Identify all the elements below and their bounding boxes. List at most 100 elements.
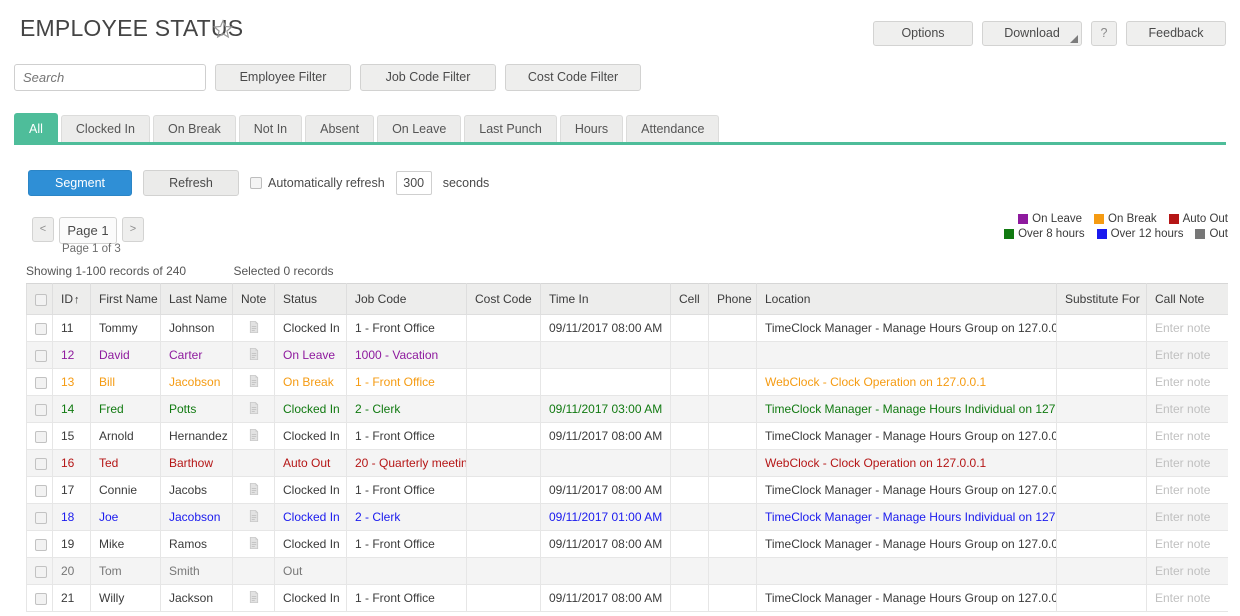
table-row[interactable]: 12 David Carter On Leave 1000 - Vacation Ente… bbox=[26, 341, 1228, 369]
document-icon[interactable] bbox=[248, 590, 260, 607]
row-checkbox[interactable] bbox=[35, 565, 47, 578]
document-icon[interactable] bbox=[248, 482, 260, 499]
cell-location: TimeClock Manager - Manage Hours Group o… bbox=[756, 584, 1057, 612]
options-button[interactable]: Options bbox=[873, 21, 973, 46]
column-header-callnote[interactable]: Call Note bbox=[1146, 283, 1228, 315]
tab-clocked-in[interactable]: Clocked In bbox=[60, 115, 150, 144]
tab-attendance[interactable]: Attendance bbox=[626, 115, 720, 144]
tab-on-break[interactable]: On Break bbox=[152, 115, 236, 144]
enter-note-input[interactable]: Enter note bbox=[1155, 402, 1210, 416]
legend-item-on-leave: On Leave bbox=[1018, 213, 1082, 225]
row-checkbox[interactable] bbox=[35, 403, 47, 416]
column-header-status[interactable]: Status bbox=[274, 283, 347, 315]
auto-refresh-checkbox[interactable] bbox=[250, 177, 262, 189]
document-icon[interactable] bbox=[248, 374, 260, 391]
tab-on-leave[interactable]: On Leave bbox=[377, 115, 462, 144]
cell-location: TimeClock Manager - Manage Hours Group o… bbox=[756, 476, 1057, 504]
enter-note-input[interactable]: Enter note bbox=[1155, 510, 1210, 524]
enter-note-input[interactable]: Enter note bbox=[1155, 456, 1210, 470]
enter-note-input[interactable]: Enter note bbox=[1155, 537, 1210, 551]
auto-refresh-group: Automatically refresh bbox=[250, 176, 385, 190]
document-icon[interactable] bbox=[248, 347, 260, 364]
table-row[interactable]: 18 Joe Jacobson Clocked In 2 - Clerk 09/11/20… bbox=[26, 503, 1228, 531]
table-row[interactable]: 13 Bill Jacobson On Break 1 - Front Office We… bbox=[26, 368, 1228, 396]
column-header-cost[interactable]: Cost Code bbox=[466, 283, 541, 315]
column-header-cell[interactable]: Cell bbox=[670, 283, 709, 315]
row-checkbox[interactable] bbox=[35, 430, 47, 443]
row-checkbox[interactable] bbox=[35, 457, 47, 470]
tab-not-in[interactable]: Not In bbox=[238, 115, 303, 144]
column-header-note[interactable]: Note bbox=[232, 283, 275, 315]
row-checkbox[interactable] bbox=[35, 592, 47, 605]
table-row[interactable]: 11 Tommy Johnson Clocked In 1 - Front Office… bbox=[26, 314, 1228, 342]
column-header-chk[interactable] bbox=[26, 283, 53, 315]
enter-note-input[interactable]: Enter note bbox=[1155, 348, 1210, 362]
download-button[interactable]: Download bbox=[982, 21, 1082, 46]
star-icon[interactable] bbox=[212, 18, 234, 40]
document-icon[interactable] bbox=[248, 428, 260, 445]
cell-status: On Break bbox=[274, 368, 347, 396]
column-header-sub[interactable]: Substitute For bbox=[1056, 283, 1147, 315]
refresh-seconds-input[interactable] bbox=[395, 171, 432, 195]
cell-job: 1 - Front Office bbox=[346, 584, 467, 612]
cell-phone bbox=[708, 422, 757, 450]
column-header-timein[interactable]: Time In bbox=[540, 283, 671, 315]
cost-code-filter-button[interactable]: Cost Code Filter bbox=[505, 64, 641, 91]
next-page-button[interactable]: > bbox=[122, 217, 144, 242]
enter-note-input[interactable]: Enter note bbox=[1155, 564, 1210, 578]
search-input[interactable] bbox=[15, 65, 205, 90]
column-header-job[interactable]: Job Code bbox=[346, 283, 467, 315]
cell-cell bbox=[670, 395, 709, 423]
enter-note-input[interactable]: Enter note bbox=[1155, 483, 1210, 497]
job-code-filter-button[interactable]: Job Code Filter bbox=[360, 64, 496, 91]
document-icon[interactable] bbox=[248, 401, 260, 418]
column-header-phone[interactable]: Phone bbox=[708, 283, 757, 315]
refresh-button[interactable]: Refresh bbox=[143, 170, 239, 196]
search-box[interactable] bbox=[14, 64, 206, 91]
row-checkbox[interactable] bbox=[35, 349, 47, 362]
row-checkbox[interactable] bbox=[35, 538, 47, 551]
row-checkbox[interactable] bbox=[35, 322, 47, 335]
cell-last: Jacobs bbox=[160, 476, 233, 504]
document-icon[interactable] bbox=[248, 536, 260, 553]
segment-button[interactable]: Segment bbox=[28, 170, 132, 196]
cell-sub bbox=[1056, 476, 1147, 504]
tab-all[interactable]: All bbox=[14, 113, 58, 144]
feedback-button[interactable]: Feedback bbox=[1126, 21, 1226, 46]
table-row[interactable]: 20 Tom Smith Out Enter note bbox=[26, 557, 1228, 585]
employee-filter-button[interactable]: Employee Filter bbox=[215, 64, 351, 91]
select-all-checkbox[interactable] bbox=[35, 293, 47, 306]
cell-last: Smith bbox=[160, 557, 233, 585]
enter-note-input[interactable]: Enter note bbox=[1155, 429, 1210, 443]
tab-last-punch[interactable]: Last Punch bbox=[464, 115, 557, 144]
page-selector[interactable]: Page 1 bbox=[59, 217, 117, 244]
column-header-id[interactable]: ID↑ bbox=[52, 283, 91, 315]
table-row[interactable]: 14 Fred Potts Clocked In 2 - Clerk 09/11/2017… bbox=[26, 395, 1228, 423]
table-row[interactable]: 15 Arnold Hernandez Clocked In 1 - Front Off… bbox=[26, 422, 1228, 450]
tab-hours[interactable]: Hours bbox=[559, 115, 624, 144]
enter-note-input[interactable]: Enter note bbox=[1155, 591, 1210, 605]
cell-id: 11 bbox=[52, 314, 91, 342]
enter-note-input[interactable]: Enter note bbox=[1155, 375, 1210, 389]
document-icon[interactable] bbox=[248, 509, 260, 526]
call-note-cell: Enter note bbox=[1146, 341, 1228, 369]
cell-cell bbox=[670, 476, 709, 504]
help-button[interactable]: ? bbox=[1091, 21, 1117, 46]
enter-note-input[interactable]: Enter note bbox=[1155, 321, 1210, 335]
table-row[interactable]: 21 Willy Jackson Clocked In 1 - Front Office… bbox=[26, 584, 1228, 612]
cell-last: Johnson bbox=[160, 314, 233, 342]
row-checkbox[interactable] bbox=[35, 376, 47, 389]
tab-absent[interactable]: Absent bbox=[305, 115, 375, 144]
prev-page-button[interactable]: < bbox=[32, 217, 54, 242]
table-row[interactable]: 19 Mike Ramos Clocked In 1 - Front Office 09/… bbox=[26, 530, 1228, 558]
column-header-location[interactable]: Location bbox=[756, 283, 1057, 315]
column-header-label: Status bbox=[283, 292, 318, 306]
table-row[interactable]: 16 Ted Barthow Auto Out 20 - Quarterly meeti… bbox=[26, 449, 1228, 477]
cell-cell bbox=[670, 503, 709, 531]
document-icon[interactable] bbox=[248, 320, 260, 337]
column-header-first[interactable]: First Name bbox=[90, 283, 161, 315]
table-row[interactable]: 17 Connie Jacobs Clocked In 1 - Front Office… bbox=[26, 476, 1228, 504]
row-checkbox[interactable] bbox=[35, 484, 47, 497]
row-checkbox[interactable] bbox=[35, 511, 47, 524]
column-header-last[interactable]: Last Name bbox=[160, 283, 233, 315]
